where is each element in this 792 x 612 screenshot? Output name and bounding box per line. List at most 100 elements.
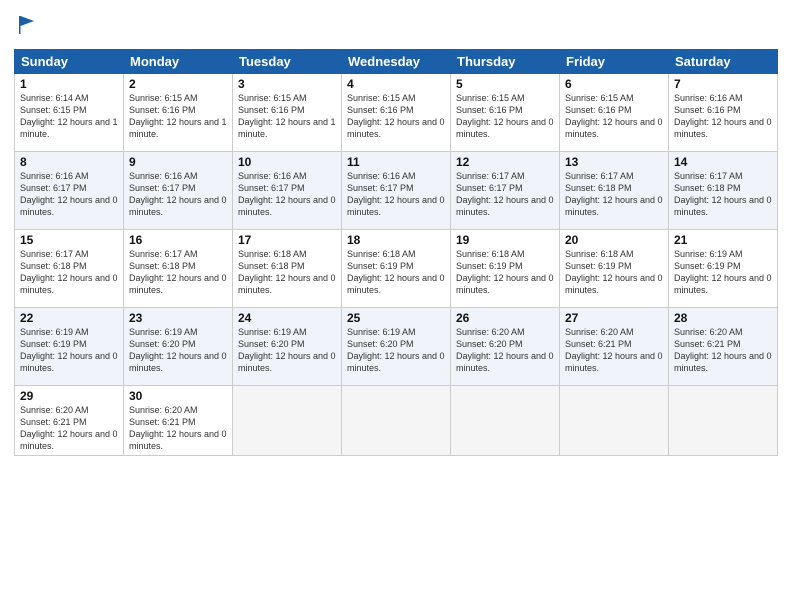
calendar-cell: 12Sunrise: 6:17 AMSunset: 6:17 PMDayligh… [451,151,560,229]
calendar-cell: 9Sunrise: 6:16 AMSunset: 6:17 PMDaylight… [124,151,233,229]
header-row: SundayMondayTuesdayWednesdayThursdayFrid… [15,49,778,73]
week-row-3: 15Sunrise: 6:17 AMSunset: 6:18 PMDayligh… [15,229,778,307]
calendar-cell: 11Sunrise: 6:16 AMSunset: 6:17 PMDayligh… [342,151,451,229]
cell-info: Sunrise: 6:20 AMSunset: 6:20 PMDaylight:… [456,326,554,375]
day-number: 25 [347,311,445,325]
cell-info: Sunrise: 6:18 AMSunset: 6:18 PMDaylight:… [238,248,336,297]
calendar-cell: 23Sunrise: 6:19 AMSunset: 6:20 PMDayligh… [124,307,233,385]
day-number: 14 [674,155,772,169]
day-number: 6 [565,77,663,91]
header [14,10,778,41]
day-number: 18 [347,233,445,247]
calendar-cell: 25Sunrise: 6:19 AMSunset: 6:20 PMDayligh… [342,307,451,385]
col-header-saturday: Saturday [669,49,778,73]
day-number: 22 [20,311,118,325]
calendar-cell: 4Sunrise: 6:15 AMSunset: 6:16 PMDaylight… [342,73,451,151]
day-number: 3 [238,77,336,91]
calendar-cell: 22Sunrise: 6:19 AMSunset: 6:19 PMDayligh… [15,307,124,385]
cell-info: Sunrise: 6:16 AMSunset: 6:17 PMDaylight:… [20,170,118,219]
cell-info: Sunrise: 6:15 AMSunset: 6:16 PMDaylight:… [347,92,445,141]
calendar-cell: 21Sunrise: 6:19 AMSunset: 6:19 PMDayligh… [669,229,778,307]
calendar-cell: 14Sunrise: 6:17 AMSunset: 6:18 PMDayligh… [669,151,778,229]
day-number: 20 [565,233,663,247]
calendar-cell: 3Sunrise: 6:15 AMSunset: 6:16 PMDaylight… [233,73,342,151]
col-header-wednesday: Wednesday [342,49,451,73]
cell-info: Sunrise: 6:20 AMSunset: 6:21 PMDaylight:… [129,404,227,453]
col-header-monday: Monday [124,49,233,73]
calendar-cell [342,385,451,456]
calendar-cell: 24Sunrise: 6:19 AMSunset: 6:20 PMDayligh… [233,307,342,385]
calendar-cell: 2Sunrise: 6:15 AMSunset: 6:16 PMDaylight… [124,73,233,151]
calendar-cell [669,385,778,456]
calendar-cell: 6Sunrise: 6:15 AMSunset: 6:16 PMDaylight… [560,73,669,151]
day-number: 1 [20,77,118,91]
week-row-5: 29Sunrise: 6:20 AMSunset: 6:21 PMDayligh… [15,385,778,456]
cell-info: Sunrise: 6:14 AMSunset: 6:15 PMDaylight:… [20,92,118,141]
calendar-cell: 16Sunrise: 6:17 AMSunset: 6:18 PMDayligh… [124,229,233,307]
cell-info: Sunrise: 6:17 AMSunset: 6:17 PMDaylight:… [456,170,554,219]
calendar-cell [451,385,560,456]
calendar-cell: 1Sunrise: 6:14 AMSunset: 6:15 PMDaylight… [15,73,124,151]
day-number: 30 [129,389,227,403]
calendar-cell: 15Sunrise: 6:17 AMSunset: 6:18 PMDayligh… [15,229,124,307]
calendar-cell: 17Sunrise: 6:18 AMSunset: 6:18 PMDayligh… [233,229,342,307]
calendar-cell: 20Sunrise: 6:18 AMSunset: 6:19 PMDayligh… [560,229,669,307]
calendar-cell: 26Sunrise: 6:20 AMSunset: 6:20 PMDayligh… [451,307,560,385]
calendar-cell: 29Sunrise: 6:20 AMSunset: 6:21 PMDayligh… [15,385,124,456]
day-number: 29 [20,389,118,403]
cell-info: Sunrise: 6:17 AMSunset: 6:18 PMDaylight:… [129,248,227,297]
cell-info: Sunrise: 6:17 AMSunset: 6:18 PMDaylight:… [674,170,772,219]
col-header-sunday: Sunday [15,49,124,73]
cell-info: Sunrise: 6:19 AMSunset: 6:19 PMDaylight:… [674,248,772,297]
cell-info: Sunrise: 6:20 AMSunset: 6:21 PMDaylight:… [674,326,772,375]
calendar-cell: 28Sunrise: 6:20 AMSunset: 6:21 PMDayligh… [669,307,778,385]
col-header-thursday: Thursday [451,49,560,73]
day-number: 19 [456,233,554,247]
day-number: 17 [238,233,336,247]
calendar-cell: 5Sunrise: 6:15 AMSunset: 6:16 PMDaylight… [451,73,560,151]
cell-info: Sunrise: 6:18 AMSunset: 6:19 PMDaylight:… [565,248,663,297]
page: SundayMondayTuesdayWednesdayThursdayFrid… [0,0,792,612]
day-number: 13 [565,155,663,169]
week-row-2: 8Sunrise: 6:16 AMSunset: 6:17 PMDaylight… [15,151,778,229]
cell-info: Sunrise: 6:18 AMSunset: 6:19 PMDaylight:… [347,248,445,297]
day-number: 8 [20,155,118,169]
day-number: 16 [129,233,227,247]
calendar-cell: 7Sunrise: 6:16 AMSunset: 6:16 PMDaylight… [669,73,778,151]
day-number: 2 [129,77,227,91]
day-number: 12 [456,155,554,169]
cell-info: Sunrise: 6:16 AMSunset: 6:17 PMDaylight:… [347,170,445,219]
cell-info: Sunrise: 6:16 AMSunset: 6:16 PMDaylight:… [674,92,772,141]
week-row-4: 22Sunrise: 6:19 AMSunset: 6:19 PMDayligh… [15,307,778,385]
cell-info: Sunrise: 6:20 AMSunset: 6:21 PMDaylight:… [20,404,118,453]
cell-info: Sunrise: 6:15 AMSunset: 6:16 PMDaylight:… [456,92,554,141]
cell-info: Sunrise: 6:19 AMSunset: 6:20 PMDaylight:… [238,326,336,375]
day-number: 11 [347,155,445,169]
day-number: 23 [129,311,227,325]
cell-info: Sunrise: 6:19 AMSunset: 6:20 PMDaylight:… [347,326,445,375]
day-number: 21 [674,233,772,247]
calendar-cell: 27Sunrise: 6:20 AMSunset: 6:21 PMDayligh… [560,307,669,385]
day-number: 15 [20,233,118,247]
day-number: 28 [674,311,772,325]
calendar-cell [233,385,342,456]
cell-info: Sunrise: 6:19 AMSunset: 6:19 PMDaylight:… [20,326,118,375]
week-row-1: 1Sunrise: 6:14 AMSunset: 6:15 PMDaylight… [15,73,778,151]
cell-info: Sunrise: 6:17 AMSunset: 6:18 PMDaylight:… [20,248,118,297]
col-header-tuesday: Tuesday [233,49,342,73]
calendar-cell [560,385,669,456]
day-number: 24 [238,311,336,325]
day-number: 9 [129,155,227,169]
cell-info: Sunrise: 6:15 AMSunset: 6:16 PMDaylight:… [238,92,336,141]
cell-info: Sunrise: 6:16 AMSunset: 6:17 PMDaylight:… [238,170,336,219]
logo [14,14,38,41]
calendar-cell: 19Sunrise: 6:18 AMSunset: 6:19 PMDayligh… [451,229,560,307]
logo-flag-icon [16,14,38,36]
calendar-cell: 13Sunrise: 6:17 AMSunset: 6:18 PMDayligh… [560,151,669,229]
cell-info: Sunrise: 6:15 AMSunset: 6:16 PMDaylight:… [565,92,663,141]
col-header-friday: Friday [560,49,669,73]
calendar-cell: 30Sunrise: 6:20 AMSunset: 6:21 PMDayligh… [124,385,233,456]
cell-info: Sunrise: 6:15 AMSunset: 6:16 PMDaylight:… [129,92,227,141]
calendar-cell: 8Sunrise: 6:16 AMSunset: 6:17 PMDaylight… [15,151,124,229]
day-number: 27 [565,311,663,325]
